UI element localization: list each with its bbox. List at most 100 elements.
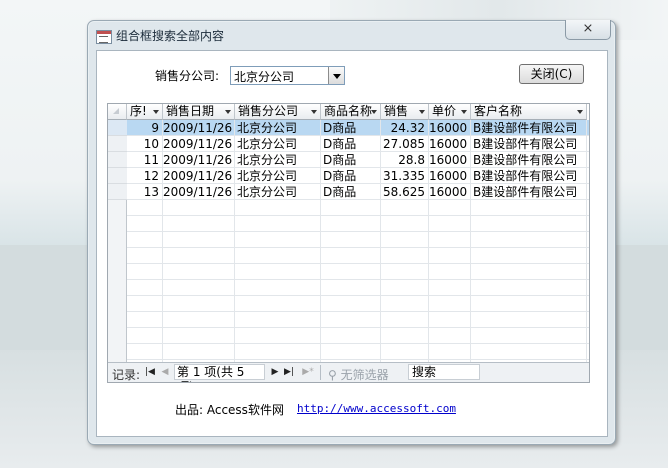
col-header-seq[interactable]: 序! <box>127 104 163 120</box>
date-cell[interactable]: 2009/11/26 <box>163 184 234 200</box>
seq-cell[interactable]: 9 <box>127 120 162 136</box>
price-cell[interactable]: 16000 <box>429 168 470 184</box>
date-cell[interactable]: 2009/11/26 <box>163 120 234 136</box>
last-record-icon[interactable]: ▶| <box>283 365 295 379</box>
grid-line <box>127 295 589 296</box>
product-cell[interactable]: D商品 <box>321 168 380 184</box>
column-header-label: 单价 <box>432 104 457 118</box>
sort-dropdown-icon[interactable] <box>225 110 231 114</box>
product-cell[interactable]: D商品 <box>321 184 380 200</box>
sort-dropdown-icon[interactable] <box>371 110 377 114</box>
grid-line <box>127 263 589 264</box>
branch-cell[interactable]: 北京分公司 <box>235 168 320 184</box>
branch-combobox[interactable]: 北京分公司 <box>230 66 345 85</box>
sales-cell[interactable]: 58.625 <box>381 184 428 200</box>
date-cell[interactable]: 2009/11/26 <box>163 136 234 152</box>
column-header-label: 销售 <box>384 104 409 118</box>
record-selector[interactable] <box>108 136 127 152</box>
grid-line <box>127 327 589 328</box>
col-header-customer[interactable]: 客户名称 <box>471 104 587 120</box>
grid-line <box>127 279 589 280</box>
record-position-field[interactable]: 第 1 项(共 5 项) <box>174 364 265 382</box>
next-record-icon[interactable]: ▶ <box>269 365 281 379</box>
customer-cell[interactable]: B建设部件有限公司 <box>471 168 586 184</box>
col-header-product[interactable]: 商品名称 <box>321 104 381 120</box>
record-selector[interactable] <box>108 168 127 184</box>
sales-cell[interactable]: 31.335 <box>381 168 428 184</box>
filter-status[interactable]: ⚲ 无筛选器 <box>328 366 389 382</box>
first-record-icon[interactable]: |◀ <box>144 365 156 379</box>
record-navigator: 记录: |◀ ◀ 第 1 项(共 5 项) ▶ ▶| ▶* ⚲ 无筛选器 搜索 <box>108 362 589 382</box>
sales-cell[interactable]: 28.8 <box>381 152 428 168</box>
search-input[interactable]: 搜索 <box>408 364 480 380</box>
branch-cell[interactable]: 北京分公司 <box>235 184 320 200</box>
grid-line <box>127 231 589 232</box>
website-link[interactable]: http://www.accessoft.com <box>297 402 456 415</box>
sales-cell[interactable]: 24.32 <box>381 120 428 136</box>
price-cell[interactable]: 16000 <box>429 152 470 168</box>
record-label: 记录: <box>112 368 141 382</box>
seq-cell[interactable]: 11 <box>127 152 162 168</box>
record-selector[interactable] <box>108 184 127 200</box>
col-header-date[interactable]: 销售日期 <box>163 104 235 120</box>
title-bar[interactable]: 组合框搜索全部内容 ⨯ <box>88 20 615 49</box>
credit-label: 出品: Access软件网 <box>175 403 284 417</box>
price-cell[interactable]: 16000 <box>429 120 470 136</box>
col-header-sales[interactable]: 销售 <box>381 104 429 120</box>
date-cell[interactable]: 2009/11/26 <box>163 168 234 184</box>
branch-cell[interactable]: 北京分公司 <box>235 152 320 168</box>
column-header-label: 销售日期 <box>166 104 215 118</box>
col-header-price[interactable]: 单价 <box>429 104 471 120</box>
product-cell[interactable]: D商品 <box>321 136 380 152</box>
window-close-button[interactable]: ⨯ <box>565 20 611 40</box>
select-all-button[interactable] <box>108 104 127 120</box>
sort-dropdown-icon[interactable] <box>577 110 583 114</box>
form-icon <box>96 30 112 44</box>
grid-line <box>127 311 589 312</box>
sort-dropdown-icon[interactable] <box>153 110 159 114</box>
window-title: 组合框搜索全部内容 <box>116 29 225 43</box>
close-form-button[interactable]: 关闭(C) <box>519 64 584 84</box>
sort-dropdown-icon[interactable] <box>461 110 467 114</box>
price-cell[interactable]: 16000 <box>429 136 470 152</box>
grid-line <box>586 120 587 362</box>
filter-status-label: 无筛选器 <box>340 368 389 382</box>
seq-cell[interactable]: 10 <box>127 136 162 152</box>
previous-record-icon[interactable]: ◀ <box>159 365 171 379</box>
date-cell[interactable]: 2009/11/26 <box>163 152 234 168</box>
form-window: 组合框搜索全部内容 ⨯ 销售分公司: 北京分公司 关闭(C) 序! 销售日期 销售分… <box>87 20 616 445</box>
branch-cell[interactable]: 北京分公司 <box>235 120 320 136</box>
new-record-icon[interactable]: ▶* <box>300 365 316 379</box>
chevron-down-icon[interactable] <box>328 67 344 84</box>
price-cell[interactable]: 16000 <box>429 184 470 200</box>
product-cell[interactable]: D商品 <box>321 120 380 136</box>
combobox-value: 北京分公司 <box>234 70 295 84</box>
sales-cell[interactable]: 27.085 <box>381 136 428 152</box>
seq-cell[interactable]: 13 <box>127 184 162 200</box>
column-header-label: 销售分公司 <box>238 104 299 118</box>
customer-cell[interactable]: B建设部件有限公司 <box>471 184 586 200</box>
record-selector[interactable] <box>108 152 127 168</box>
branch-cell[interactable]: 北京分公司 <box>235 136 320 152</box>
col-header-branch[interactable]: 销售分公司 <box>235 104 321 120</box>
grid-line <box>127 343 589 344</box>
column-header-label: 序! <box>130 104 147 118</box>
customer-cell[interactable]: B建设部件有限公司 <box>471 152 586 168</box>
grid-line <box>127 247 589 248</box>
close-icon: ⨯ <box>582 21 594 36</box>
customer-cell[interactable]: B建设部件有限公司 <box>471 120 586 136</box>
seq-cell[interactable]: 12 <box>127 168 162 184</box>
datasheet-grid: 序! 销售日期 销售分公司 商品名称 销售 单价 客户名称 9 2009/11/26 北京分公司 D… <box>108 104 589 362</box>
record-selector[interactable] <box>108 120 127 136</box>
grid-line <box>127 215 589 216</box>
navigator-divider <box>320 365 321 380</box>
filter-label: 销售分公司: <box>155 69 220 83</box>
column-header-label: 客户名称 <box>474 104 523 118</box>
sort-dropdown-icon[interactable] <box>419 110 425 114</box>
column-header-label: 商品名称 <box>324 104 373 118</box>
form-body: 销售分公司: 北京分公司 关闭(C) 序! 销售日期 销售分公司 商品名称 销售 单价 客户… <box>96 50 608 437</box>
sort-dropdown-icon[interactable] <box>311 110 317 114</box>
grid-line <box>127 359 589 360</box>
product-cell[interactable]: D商品 <box>321 152 380 168</box>
customer-cell[interactable]: B建设部件有限公司 <box>471 136 586 152</box>
